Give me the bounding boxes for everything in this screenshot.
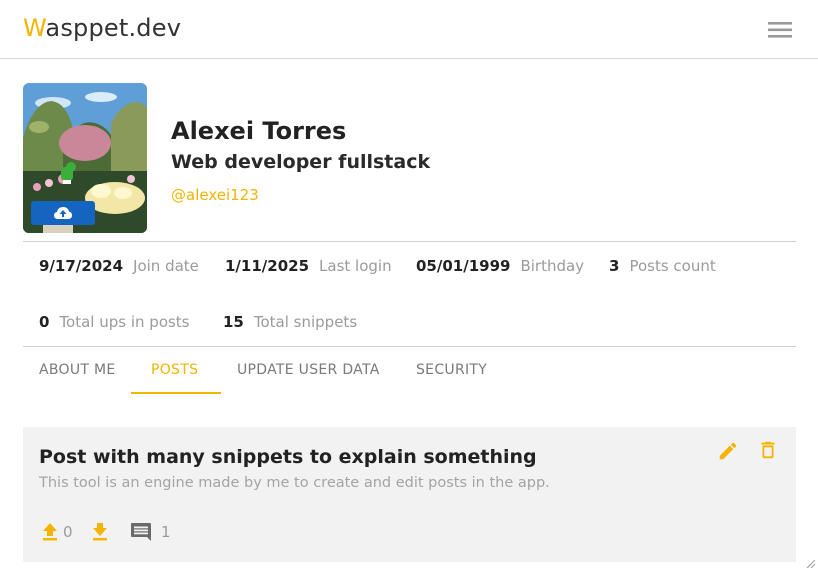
user-role: Web developer fullstack (171, 151, 431, 173)
brand-initial: W (23, 14, 46, 42)
stat-value: 9/17/2024 (39, 257, 124, 275)
stat-value: 0 (39, 313, 50, 331)
user-handle: @alexei123 (171, 186, 259, 204)
brand-rest: asppet.dev (45, 14, 182, 42)
brand-logo[interactable]: Wasppet.dev (23, 14, 181, 42)
stat-label: Total snippets (253, 313, 358, 331)
tab-update-user-data[interactable]: UPDATE USER DATA (237, 362, 380, 378)
stats-divider (23, 346, 796, 347)
user-name: Alexei Torres (171, 117, 347, 145)
tab-posts[interactable]: POSTS (151, 362, 198, 378)
delete-icon[interactable] (757, 439, 779, 465)
post-title[interactable]: Post with many snippets to explain somet… (39, 446, 537, 468)
post-description: This tool is an engine made by me to cre… (39, 475, 550, 491)
stat-label: Posts count (629, 257, 716, 275)
stat-join-date: 9/17/2024 Join date (39, 257, 199, 275)
tab-security[interactable]: SECURITY (416, 362, 487, 378)
cloud-upload-icon (54, 207, 72, 219)
avatar-upload-button[interactable] (31, 201, 95, 225)
edit-icon[interactable] (717, 440, 739, 466)
stat-total-ups: 0 Total ups in posts (39, 313, 190, 331)
tab-about-me[interactable]: ABOUT ME (39, 362, 116, 378)
post-card[interactable]: Post with many snippets to explain somet… (23, 427, 796, 562)
resize-grip-icon[interactable] (804, 554, 816, 568)
hamburger-menu-icon[interactable] (766, 20, 794, 40)
avatar (23, 83, 147, 233)
downvote-icon[interactable] (91, 522, 109, 546)
upvote-count: 0 (63, 523, 73, 541)
profile-divider (23, 241, 796, 242)
comment-icon[interactable] (130, 522, 152, 546)
stat-label: Birthday (520, 257, 585, 275)
stat-value: 1/11/2025 (225, 257, 310, 275)
stat-value: 15 (223, 313, 244, 331)
stat-value: 3 (609, 257, 620, 275)
active-tab-indicator (131, 392, 221, 394)
stat-value: 05/01/1999 (416, 257, 511, 275)
stat-label: Join date (133, 257, 199, 275)
stat-last-login: 1/11/2025 Last login (225, 257, 392, 275)
top-app-bar: Wasppet.dev (0, 0, 818, 59)
stat-birthday: 05/01/1999 Birthday (416, 257, 584, 275)
stat-total-snippets: 15 Total snippets (223, 313, 357, 331)
profile-page: Wasppet.dev Alexei Torres Web developer … (0, 0, 818, 568)
upvote-icon[interactable] (41, 522, 59, 546)
comment-count: 1 (161, 523, 171, 541)
stat-posts-count: 3 Posts count (609, 257, 716, 275)
stat-label: Last login (319, 257, 392, 275)
stat-label: Total ups in posts (59, 313, 190, 331)
